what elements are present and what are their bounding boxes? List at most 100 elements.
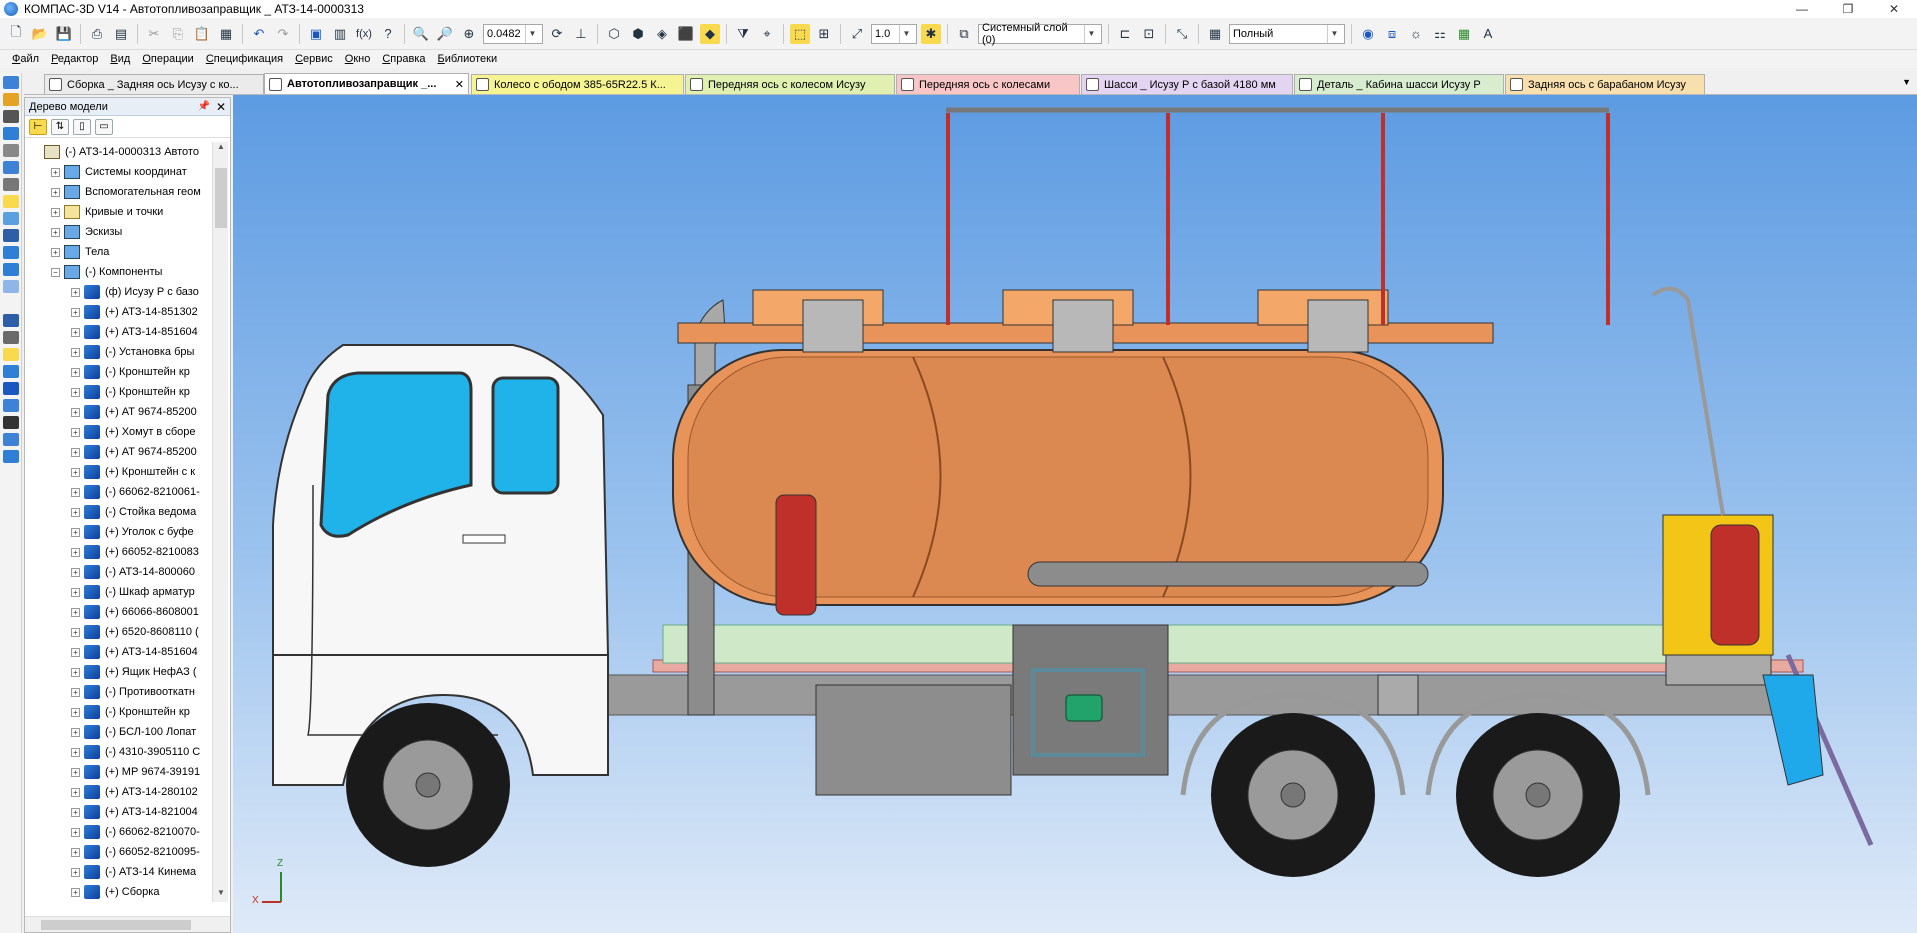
structure-icon[interactable]: ⊏ xyxy=(1115,24,1135,44)
expand-icon[interactable]: + xyxy=(71,667,80,677)
tree-item[interactable]: + (+) АТЗ-14-851604 xyxy=(25,642,211,662)
tree-item[interactable]: + (ф) Исузу Р с базо xyxy=(25,282,211,302)
shaded-edges-icon[interactable]: ◆ xyxy=(700,23,720,44)
expand-icon[interactable]: + xyxy=(71,607,80,617)
step-select[interactable]: 1.0 ▼ xyxy=(871,23,917,44)
expand-icon[interactable]: + xyxy=(71,847,80,857)
tree-item[interactable]: + (-) Шкаф арматур xyxy=(25,582,211,602)
menu-service[interactable]: Сервис xyxy=(295,53,333,65)
display-mode-select[interactable]: Полный ▼ xyxy=(1229,23,1345,44)
expand-icon[interactable]: + xyxy=(71,747,80,757)
variables-icon[interactable]: f(x) xyxy=(354,24,374,44)
layer-select[interactable]: Системный слой (0) ▼ xyxy=(978,22,1102,46)
display-mode-icon[interactable]: ▦ xyxy=(1205,24,1225,44)
orientation-icon[interactable]: ⊥ xyxy=(571,24,591,44)
tabs-overflow-icon[interactable]: ▼ xyxy=(1902,77,1911,87)
tree-item[interactable]: + (-) АТЗ-14-800060 xyxy=(25,562,211,582)
tree-item[interactable]: + (-) Кронштейн кр xyxy=(25,702,211,722)
expand-icon[interactable]: + xyxy=(71,387,80,397)
hidden-lines-icon[interactable]: ⬢ xyxy=(628,24,648,44)
tree-item[interactable]: + Кривые и точки xyxy=(25,202,211,222)
constraints-icon[interactable]: ⚏ xyxy=(1430,24,1450,44)
tree-item[interactable]: + (+) Хомут в сборе xyxy=(25,422,211,442)
filter-tool-icon[interactable] xyxy=(3,212,19,225)
menu-specification[interactable]: Спецификация xyxy=(206,53,283,65)
array-icon[interactable] xyxy=(3,399,19,412)
expand-icon[interactable]: + xyxy=(51,227,60,237)
copy-icon[interactable]: ⎘ xyxy=(168,24,188,44)
report-tool-icon[interactable] xyxy=(3,246,19,259)
scrollbar-thumb[interactable] xyxy=(215,168,227,228)
expand-icon[interactable]: + xyxy=(71,727,80,737)
3d-viewport[interactable]: Z X xyxy=(233,95,1917,933)
scrollbar-thumb[interactable] xyxy=(41,920,191,930)
view-cube-icon[interactable]: ⧈ xyxy=(1382,24,1402,44)
curves-icon[interactable] xyxy=(3,110,19,123)
tab-rear-axle-drum[interactable]: Задняя ось с барабаном Исузу xyxy=(1505,74,1705,94)
expand-icon[interactable]: + xyxy=(71,627,80,637)
collapse-icon[interactable]: − xyxy=(51,267,60,277)
expand-icon[interactable]: + xyxy=(71,407,80,417)
mirror-icon[interactable] xyxy=(3,365,19,378)
expand-icon[interactable]: + xyxy=(71,767,80,777)
menu-view[interactable]: Вид xyxy=(110,53,130,65)
close-tab-icon[interactable]: ✕ xyxy=(451,78,464,91)
tree-item[interactable]: + (+) Уголок с буфе xyxy=(25,522,211,542)
tree-item[interactable]: + (-) Кронштейн кр xyxy=(25,362,211,382)
tree-filter-icon[interactable]: ▭ xyxy=(95,118,113,135)
minimize-button[interactable]: — xyxy=(1779,0,1825,18)
surfaces-icon[interactable] xyxy=(3,178,19,191)
tree-vertical-scrollbar[interactable]: ▲ ▼ xyxy=(212,142,228,902)
tree-item[interactable]: + Вспомогательная геом xyxy=(25,182,211,202)
tree-sort-icon[interactable]: ⇅ xyxy=(51,118,69,135)
shaded-icon[interactable]: ⬛ xyxy=(676,24,696,44)
expand-icon[interactable]: + xyxy=(71,547,80,557)
expand-icon[interactable]: + xyxy=(71,587,80,597)
tree-horizontal-scrollbar[interactable] xyxy=(25,916,230,932)
elements-tool-icon[interactable] xyxy=(3,263,19,276)
aux-geometry-icon[interactable] xyxy=(3,127,19,140)
tree-item[interactable]: + Тела xyxy=(25,242,211,262)
tree-item[interactable]: + (-) Стойка ведома xyxy=(25,502,211,522)
wireframe-icon[interactable]: ⬡ xyxy=(604,24,624,44)
open-folder-icon[interactable]: 📂 xyxy=(30,24,50,44)
measure-icon[interactable]: ⤡ xyxy=(1172,24,1192,44)
frame-icon[interactable] xyxy=(3,433,19,446)
menu-window[interactable]: Окно xyxy=(345,53,371,65)
menu-file[interactable]: Файл xyxy=(12,53,39,65)
tree-item[interactable]: + Эскизы xyxy=(25,222,211,242)
new-document-icon[interactable]: 🗋 xyxy=(6,24,26,44)
pipes-icon[interactable] xyxy=(3,314,19,327)
expand-icon[interactable]: + xyxy=(71,427,80,437)
hole-icon[interactable] xyxy=(3,382,19,395)
undo-icon[interactable]: ↶ xyxy=(249,24,269,44)
expand-icon[interactable]: + xyxy=(51,247,60,257)
print-icon[interactable]: ⎙ xyxy=(87,24,107,44)
expand-icon[interactable]: + xyxy=(71,287,80,297)
tree-item[interactable]: + (-) 66062-8210061- xyxy=(25,482,211,502)
tree-structure-icon[interactable]: ⊢ xyxy=(29,118,47,135)
render-icon[interactable] xyxy=(3,416,19,429)
zoom-in-icon[interactable]: ⊕ xyxy=(459,24,479,44)
tree-item[interactable]: + (+) АТ 9674-85200 xyxy=(25,442,211,462)
tree-item[interactable]: + Системы координат xyxy=(25,162,211,182)
appearance-icon[interactable]: ◉ xyxy=(1358,24,1378,44)
place-component-icon[interactable] xyxy=(3,93,19,106)
expand-icon[interactable]: + xyxy=(71,647,80,657)
expand-icon[interactable]: + xyxy=(71,307,80,317)
tab-chassis[interactable]: Шасси _ Исузу Р с базой 4180 мм xyxy=(1081,74,1293,94)
expand-icon[interactable]: + xyxy=(71,527,80,537)
menu-operations[interactable]: Операции xyxy=(142,53,193,65)
tree-item[interactable]: + (+) Сборка xyxy=(25,882,211,902)
tab-front-axle-wheels[interactable]: Передняя ось с колесами xyxy=(896,74,1080,94)
zoom-tool-icon[interactable] xyxy=(3,450,19,463)
tab-cabin-part[interactable]: Деталь _ Кабина шасси Исузу Р xyxy=(1294,74,1504,94)
tree-item[interactable]: + (-) БСЛ-100 Лопат xyxy=(25,722,211,742)
expand-icon[interactable]: + xyxy=(71,447,80,457)
tree-item[interactable]: + (+) АТЗ-14-280102 xyxy=(25,782,211,802)
tree-item[interactable]: + (-) АТЗ-14 Кинема xyxy=(25,862,211,882)
scale-select[interactable]: 0.0482 ▼ xyxy=(483,23,543,44)
filter-icon[interactable]: ⧩ xyxy=(733,24,753,44)
tree-item[interactable]: + (-) Кронштейн кр xyxy=(25,382,211,402)
tree-item[interactable]: + (+) АТЗ-14-821004 xyxy=(25,802,211,822)
